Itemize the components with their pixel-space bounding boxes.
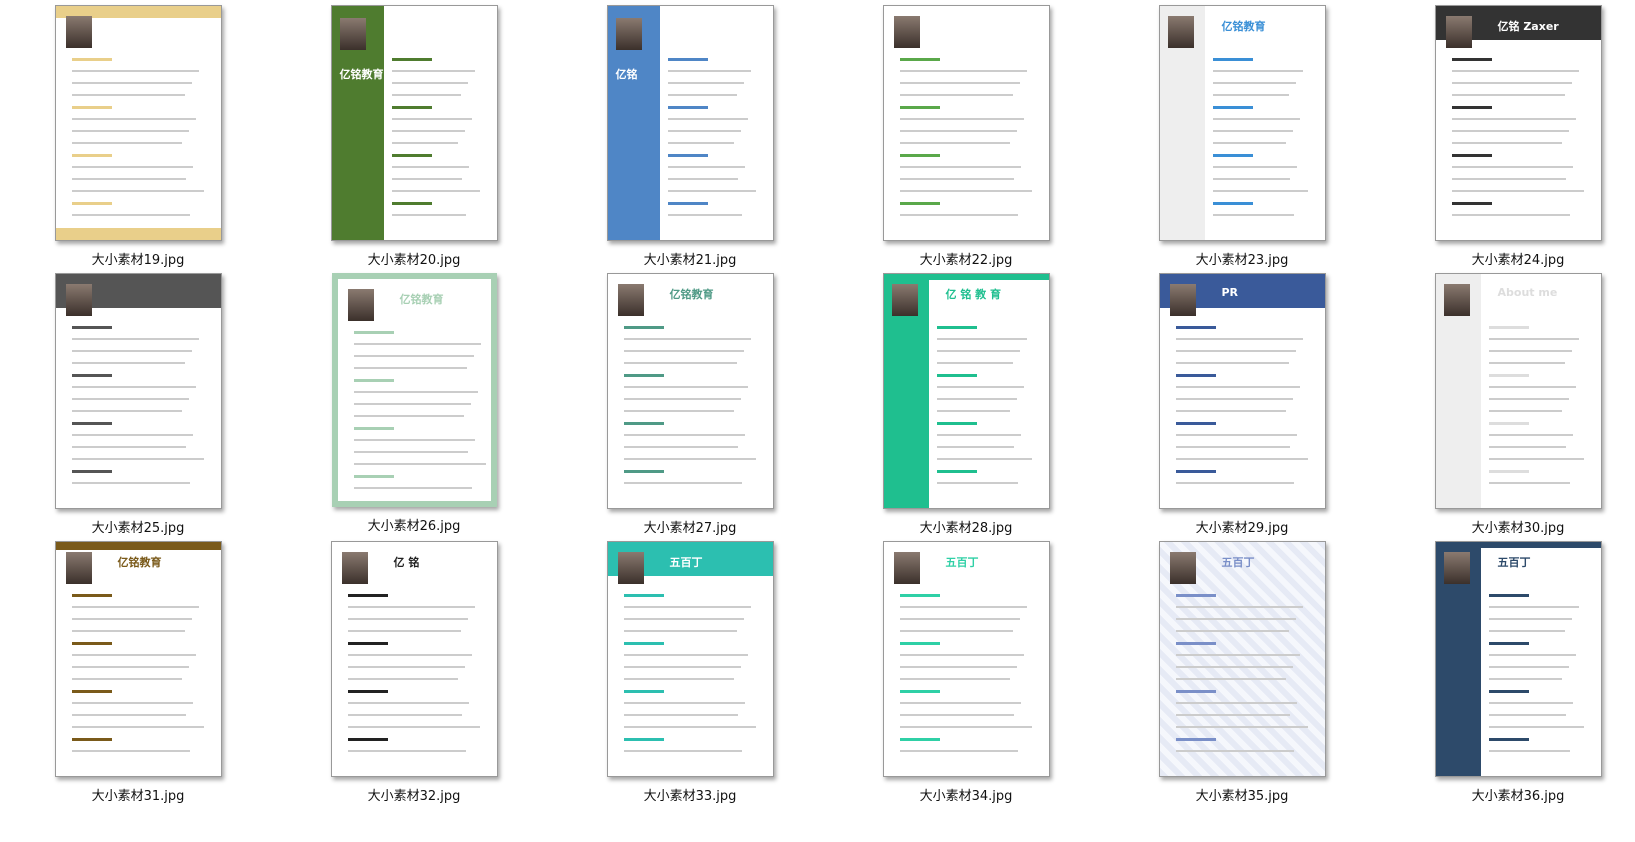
- photo-image: [893, 552, 920, 584]
- photo-image: [65, 16, 92, 48]
- photo-image: [65, 284, 92, 316]
- file-item[interactable]: 亿铭 Zaxer 大小素材24.jpg: [1380, 0, 1635, 268]
- file-thumbnail[interactable]: 亿铭教育: [606, 273, 774, 509]
- photo-image: [617, 552, 644, 584]
- photo-image: [347, 289, 374, 321]
- file-thumbnail[interactable]: [54, 273, 222, 509]
- file-name-label[interactable]: 大小素材36.jpg: [1472, 785, 1565, 804]
- photo-image: [891, 284, 918, 316]
- file-item[interactable]: PR 大小素材29.jpg: [1104, 268, 1380, 536]
- thumbnail-title: 五百丁: [669, 556, 703, 569]
- file-item[interactable]: 亿铭大小素材21.jpg: [552, 0, 828, 268]
- photo-image: [1443, 552, 1470, 584]
- file-thumbnail[interactable]: 亿 铭 教 育: [882, 273, 1050, 509]
- file-item[interactable]: 亿 铭大小素材32.jpg: [276, 536, 552, 804]
- thumbnail-title: 五百丁: [1221, 556, 1255, 569]
- file-item[interactable]: 亿铭教育大小素材26.jpg: [276, 268, 552, 536]
- file-item[interactable]: 亿铭教育大小素材23.jpg: [1104, 0, 1380, 268]
- file-thumbnail[interactable]: 五百丁: [882, 541, 1050, 777]
- file-thumbnail[interactable]: 亿 铭: [330, 541, 498, 777]
- thumbnail-title: 五百丁: [945, 556, 979, 569]
- thumbnail-title: 亿铭教育: [117, 556, 162, 569]
- file-thumbnail[interactable]: 五百丁: [606, 541, 774, 777]
- file-thumbnail[interactable]: About me: [1434, 273, 1602, 509]
- file-name-label[interactable]: 大小素材22.jpg: [920, 249, 1013, 268]
- file-thumbnail[interactable]: [882, 5, 1050, 241]
- thumbnail-title: 亿 铭: [393, 556, 420, 569]
- photo-image: [1167, 16, 1194, 48]
- thumbnail-title: 亿 铭 教 育: [945, 288, 1002, 301]
- file-thumbnail[interactable]: 亿铭教育: [1158, 5, 1326, 241]
- file-item[interactable]: 五百丁大小素材34.jpg: [828, 536, 1104, 804]
- photo-image: [893, 16, 920, 48]
- file-item[interactable]: 五百丁大小素材35.jpg: [1104, 536, 1380, 804]
- file-name-label[interactable]: 大小素材23.jpg: [1196, 249, 1289, 268]
- file-thumbnail[interactable]: 亿铭 Zaxer: [1434, 5, 1602, 241]
- file-item[interactable]: About me 大小素材30.jpg: [1380, 268, 1635, 536]
- file-name-label[interactable]: 大小素材30.jpg: [1472, 517, 1565, 536]
- file-name-label[interactable]: 大小素材34.jpg: [920, 785, 1013, 804]
- thumbnail-title: 亿铭教育: [399, 293, 444, 306]
- thumbnail-title: PR: [1221, 286, 1239, 299]
- file-item[interactable]: 五百丁大小素材36.jpg: [1380, 536, 1635, 804]
- photo-image: [341, 552, 368, 584]
- photo-image: [615, 18, 642, 50]
- photo-image: [1169, 552, 1196, 584]
- file-name-label[interactable]: 大小素材21.jpg: [644, 249, 737, 268]
- file-name-label[interactable]: 大小素材24.jpg: [1472, 249, 1565, 268]
- photo-image: [1169, 284, 1196, 316]
- file-thumbnail[interactable]: 五百丁: [1158, 541, 1326, 777]
- file-name-label[interactable]: 大小素材26.jpg: [368, 515, 461, 534]
- file-item[interactable]: 亿铭教育大小素材20.jpg: [276, 0, 552, 268]
- thumbnail-title: 亿铭教育: [669, 288, 714, 301]
- file-thumbnail[interactable]: PR: [1158, 273, 1326, 509]
- file-name-label[interactable]: 大小素材29.jpg: [1196, 517, 1289, 536]
- file-thumbnail[interactable]: 亿铭教育: [331, 273, 497, 507]
- file-grid: 大小素材19.jpg 亿铭教育 大小素材20.jpg 亿铭 大小素材21.jpg 大小素材…: [0, 0, 1635, 804]
- file-name-label[interactable]: 大小素材28.jpg: [920, 517, 1013, 536]
- file-thumbnail[interactable]: 亿铭教育: [330, 5, 498, 241]
- file-thumbnail[interactable]: 亿铭: [606, 5, 774, 241]
- photo-image: [1445, 16, 1472, 48]
- thumbnail-title: About me: [1497, 286, 1558, 299]
- file-name-label[interactable]: 大小素材35.jpg: [1196, 785, 1289, 804]
- file-thumbnail[interactable]: [54, 5, 222, 241]
- file-item[interactable]: 大小素材22.jpg: [828, 0, 1104, 268]
- file-item[interactable]: 亿铭教育大小素材27.jpg: [552, 268, 828, 536]
- thumbnail-title: 亿铭教育: [1221, 20, 1266, 33]
- file-thumbnail[interactable]: 五百丁: [1434, 541, 1602, 777]
- file-name-label[interactable]: 大小素材25.jpg: [92, 517, 185, 536]
- file-item[interactable]: 大小素材25.jpg: [0, 268, 276, 536]
- file-name-label[interactable]: 大小素材27.jpg: [644, 517, 737, 536]
- file-name-label[interactable]: 大小素材19.jpg: [92, 249, 185, 268]
- file-name-label[interactable]: 大小素材32.jpg: [368, 785, 461, 804]
- thumbnail-title: 五百丁: [1497, 556, 1531, 569]
- file-name-label[interactable]: 大小素材20.jpg: [368, 249, 461, 268]
- photo-image: [1443, 284, 1470, 316]
- thumbnail-title: 亿铭: [615, 68, 638, 81]
- file-item[interactable]: 五百丁大小素材33.jpg: [552, 536, 828, 804]
- file-thumbnail[interactable]: 亿铭教育: [54, 541, 222, 777]
- thumbnail-title: 亿铭 Zaxer: [1497, 20, 1559, 33]
- file-item[interactable]: 亿铭教育大小素材31.jpg: [0, 536, 276, 804]
- photo-image: [65, 552, 92, 584]
- thumbnail-title: 亿铭教育: [339, 68, 384, 81]
- file-item[interactable]: 亿 铭 教 育大小素材28.jpg: [828, 268, 1104, 536]
- file-name-label[interactable]: 大小素材31.jpg: [92, 785, 185, 804]
- file-name-label[interactable]: 大小素材33.jpg: [644, 785, 737, 804]
- photo-image: [617, 284, 644, 316]
- file-item[interactable]: 大小素材19.jpg: [0, 0, 276, 268]
- photo-image: [339, 18, 366, 50]
